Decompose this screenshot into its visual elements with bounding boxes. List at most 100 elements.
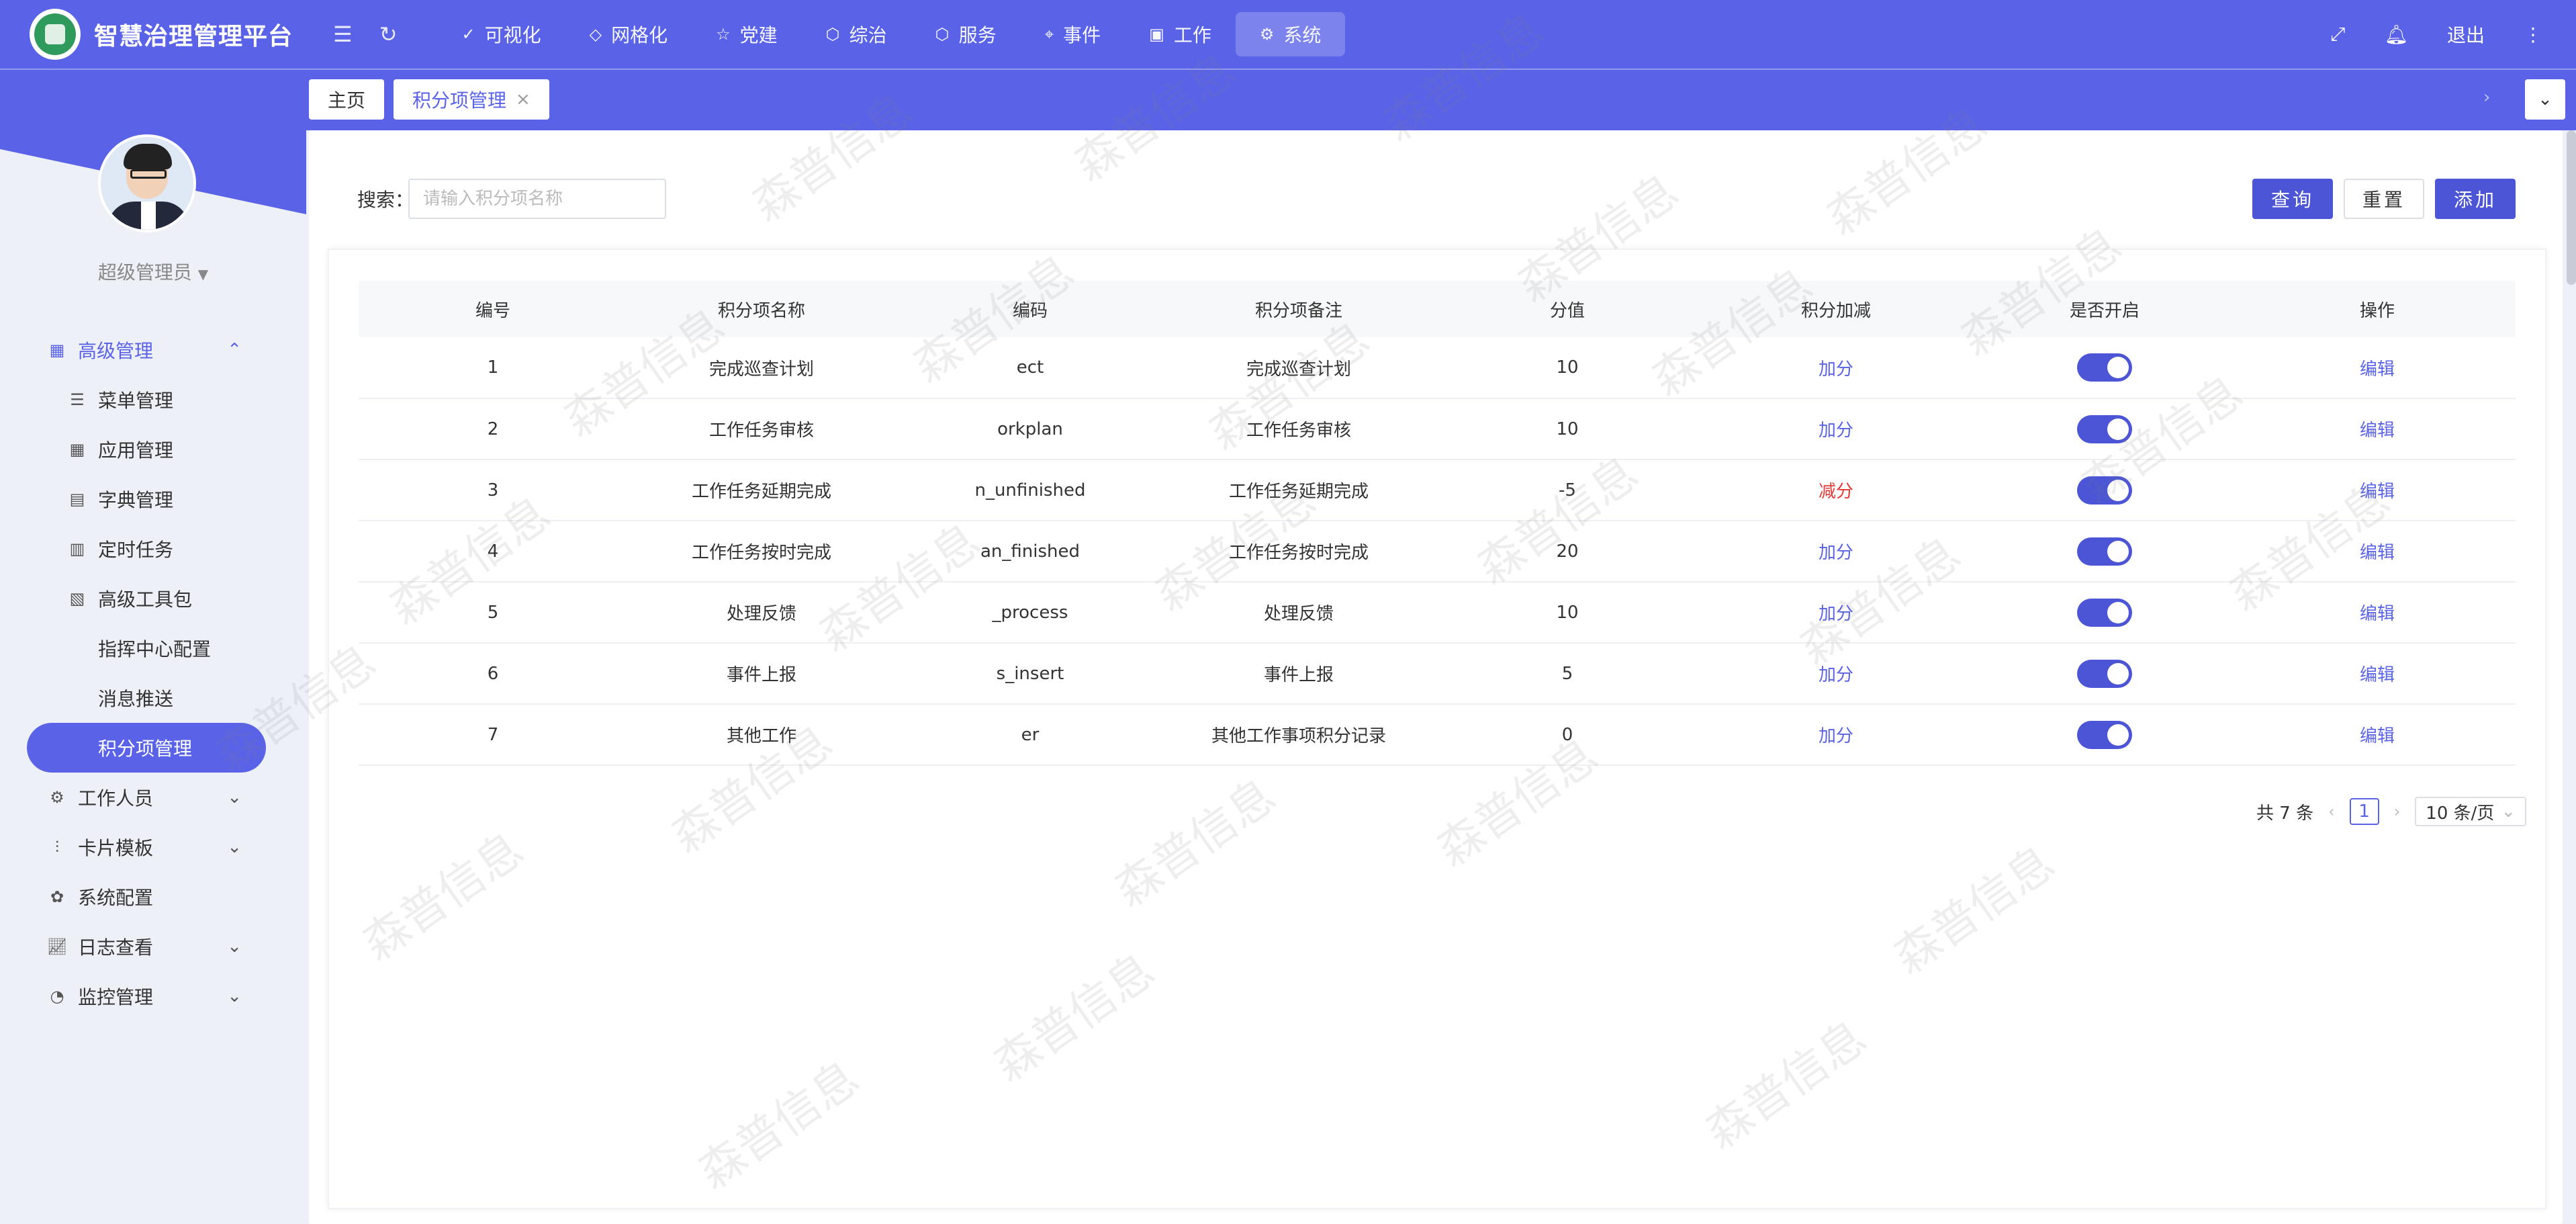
edit-link[interactable]: 编辑 — [2239, 398, 2516, 460]
chevron-down-icon: ⌄ — [227, 787, 242, 807]
cell-code: ect — [896, 337, 1164, 399]
sidebar-item-staff[interactable]: ⚙ 工作人员 ⌄ — [0, 773, 306, 822]
enabled-toggle[interactable] — [2077, 720, 2132, 749]
query-button[interactable]: 查询 — [2252, 179, 2333, 219]
sidebar-item-points[interactable]: 积分项管理 — [27, 723, 266, 773]
caret-down-icon: ▼ — [197, 266, 209, 282]
menu-collapse-icon[interactable]: ☰ — [333, 21, 353, 47]
sidebar-item-logs[interactable]: 📈︎ 日志查看 ⌄ — [0, 922, 306, 971]
chevron-right-icon[interactable]: › — [2394, 802, 2401, 821]
cell-enabled — [1970, 398, 2239, 460]
cell-id: 7 — [359, 704, 627, 766]
nav-item-visualization[interactable]: ✓ 可视化 — [438, 12, 565, 56]
close-icon[interactable]: × — [516, 89, 531, 110]
fullscreen-icon[interactable]: ⤢ — [2330, 23, 2345, 46]
tab-home[interactable]: 主页 — [309, 79, 385, 120]
tab-dropdown-button[interactable]: ⌄ — [2525, 79, 2565, 120]
chart-icon: 📈︎ — [47, 937, 68, 956]
sidebar-item-command-center[interactable]: 指挥中心配置 — [0, 623, 306, 673]
sidebar-item-dict-mgmt[interactable]: ▤ 字典管理 — [0, 474, 306, 524]
hexagon-icon: ⬡ — [935, 25, 950, 44]
table-row: 7 其他工作 er 其他工作事项积分记录 0 加分 编辑 — [359, 704, 2516, 766]
enabled-toggle[interactable] — [2077, 353, 2132, 382]
edit-link[interactable]: 编辑 — [2239, 460, 2516, 521]
refresh-icon[interactable]: ↻ — [379, 21, 398, 47]
top-nav: ✓ 可视化 ◇ 网格化 ☆ 党建 ⬡ 综治 ⬡ 服务 ⌖ 事件 ▣ 工作 ⚙ 系统 — [438, 0, 1346, 69]
reset-button[interactable]: 重置 — [2344, 179, 2424, 219]
sidebar-item-card-templates[interactable]: ⫶ 卡片模板 ⌄ — [0, 822, 306, 872]
enabled-toggle[interactable] — [2077, 659, 2132, 688]
scrollbar[interactable] — [2567, 130, 2576, 285]
table-panel: 编号 积分项名称 编码 积分项备注 分值 积分加减 是否开启 操作 1 完成巡查… — [328, 249, 2546, 1209]
gear-icon: ⚙ — [50, 788, 64, 807]
nav-item-party[interactable]: ☆ 党建 — [692, 12, 802, 56]
nav-item-system[interactable]: ⚙ 系统 — [1235, 12, 1346, 56]
edit-link[interactable]: 编辑 — [2239, 521, 2516, 582]
app-logo — [30, 9, 81, 60]
nav-item-work[interactable]: ▣ 工作 — [1125, 12, 1236, 56]
sidebar-item-message-push[interactable]: 消息推送 — [0, 673, 306, 723]
cell-op: 减分 — [1702, 460, 1970, 521]
cell-note: 其他工作事项积分记录 — [1164, 704, 1433, 766]
table-row: 5 处理反馈 _process 处理反馈 10 加分 编辑 — [359, 582, 2516, 644]
nav-item-grid[interactable]: ◇ 网格化 — [565, 12, 692, 56]
chevron-right-icon[interactable]: › — [2483, 87, 2490, 107]
cell-score: 10 — [1433, 398, 1702, 460]
enabled-toggle[interactable] — [2077, 414, 2132, 443]
sidebar-item-system-config[interactable]: ✿ 系统配置 — [0, 872, 306, 922]
sidebar-item-advanced[interactable]: ▦ 高级管理 ⌃ — [0, 325, 306, 375]
cell-score: 20 — [1433, 521, 1702, 582]
nav-item-event[interactable]: ⌖ 事件 — [1021, 12, 1125, 56]
cell-id: 5 — [359, 582, 627, 644]
edit-link[interactable]: 编辑 — [2239, 582, 2516, 644]
sidebar-item-toolkit[interactable]: ▧ 高级工具包 — [0, 574, 306, 623]
cell-name: 工作任务按时完成 — [627, 521, 896, 582]
more-vertical-icon[interactable]: ⋮ — [2524, 24, 2542, 46]
chevron-down-icon: ⌄ — [2538, 89, 2552, 110]
column-header: 积分加减 — [1702, 281, 1970, 337]
cell-note: 处理反馈 — [1164, 582, 1433, 644]
logout-button[interactable]: 退出 — [2447, 21, 2485, 48]
hexagon-icon: ⬡ — [825, 25, 840, 44]
page-number[interactable]: 1 — [2349, 798, 2379, 825]
sidebar-item-scheduled-tasks[interactable]: ▥ 定时任务 — [0, 524, 306, 574]
enabled-toggle[interactable] — [2077, 537, 2132, 566]
edit-link[interactable]: 编辑 — [2239, 337, 2516, 399]
sidebar-item-app-mgmt[interactable]: ▦ 应用管理 — [0, 425, 306, 474]
tab-points-mgmt[interactable]: 积分项管理 × — [394, 79, 549, 120]
edit-link[interactable]: 编辑 — [2239, 704, 2516, 766]
user-menu[interactable]: 超级管理员 ▼ — [0, 258, 306, 285]
enabled-toggle[interactable] — [2077, 476, 2132, 505]
page-size-select[interactable]: 10 条/页 ⌄ — [2415, 797, 2527, 826]
cell-enabled — [1970, 460, 2239, 521]
chevron-down-icon: ⌄ — [227, 837, 242, 857]
sidebar-item-monitoring[interactable]: ◔ 监控管理 ⌄ — [0, 971, 306, 1021]
enabled-toggle[interactable] — [2077, 598, 2132, 627]
nav-item-governance[interactable]: ⬡ 综治 — [802, 12, 911, 56]
nav-item-service[interactable]: ⬡ 服务 — [911, 12, 1021, 56]
column-header: 操作 — [2239, 281, 2516, 337]
chevron-down-icon: ⌄ — [227, 936, 242, 957]
sidebar-item-menu-mgmt[interactable]: ☰ 菜单管理 — [0, 375, 306, 425]
add-button[interactable]: 添加 — [2435, 179, 2516, 219]
gear-icon: ⚙ — [1259, 25, 1275, 44]
top-right-tools: ⤢ 🔔︎ 退出 ⋮ — [2330, 0, 2542, 69]
cell-op: 加分 — [1702, 337, 1970, 399]
cell-op: 加分 — [1702, 521, 1970, 582]
cell-score: 5 — [1433, 643, 1702, 705]
cell-score: 10 — [1433, 337, 1702, 399]
avatar[interactable] — [98, 134, 196, 232]
book-icon: ▤ — [69, 490, 85, 509]
edit-link[interactable]: 编辑 — [2239, 643, 2516, 705]
cell-note: 工作任务按时完成 — [1164, 521, 1433, 582]
chevron-left-icon[interactable]: ‹ — [2328, 802, 2335, 821]
pagination: 共 7 条 ‹ 1 › 10 条/页 ⌄ — [2256, 797, 2527, 826]
sidebar-menu: ▦ 高级管理 ⌃ ☰ 菜单管理 ▦ 应用管理 ▤ 字典管理 ▥ 定时任务 ▧ 高级工具包 指挥… — [0, 325, 306, 1021]
cell-name: 其他工作 — [627, 704, 896, 766]
diamond-icon: ◇ — [589, 25, 602, 44]
list-icon: ☰ — [70, 390, 85, 409]
bell-icon[interactable]: 🔔︎ — [2384, 24, 2408, 46]
location-pin-icon: ⌖ — [1044, 25, 1054, 44]
table-row: 3 工作任务延期完成 n_unfinished 工作任务延期完成 -5 减分 编… — [359, 460, 2516, 521]
search-input[interactable] — [408, 179, 666, 219]
